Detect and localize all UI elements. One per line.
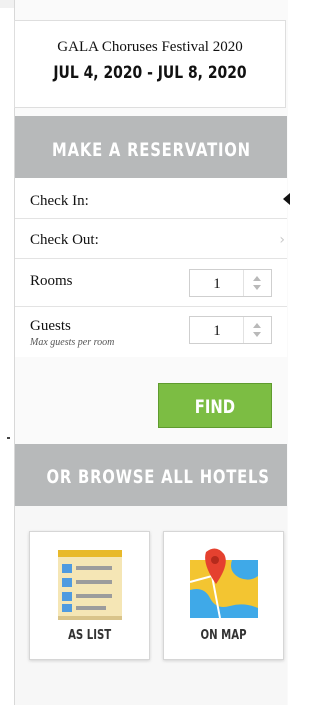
map-pin-icon (189, 548, 258, 619)
edge-tick (7, 437, 10, 439)
guests-label: Guests (30, 318, 71, 334)
browse-header: OR BROWSE ALL HOTELS (15, 444, 287, 506)
event-name: GALA Choruses Festival 2020 (57, 39, 243, 55)
guests-row: Guests Max guests per room 1 (15, 307, 287, 357)
increment-icon[interactable] (253, 276, 261, 281)
as-list-label-text: AS LIST (67, 628, 112, 643)
guests-stepper[interactable]: 1 (189, 316, 272, 344)
on-map-label: ON MAP (164, 628, 283, 643)
decrement-icon[interactable] (253, 285, 261, 290)
check-in-field[interactable]: Check In: (15, 178, 287, 219)
browse-header-text: OR BROWSE ALL HOTELS (46, 466, 270, 488)
find-button[interactable]: FIND (158, 383, 272, 428)
guests-sublabel: Max guests per room (30, 337, 115, 348)
reservation-header: MAKE A RESERVATION (15, 116, 287, 178)
as-list-label: AS LIST (30, 628, 149, 643)
browse-on-map-button[interactable]: ON MAP (163, 531, 284, 660)
rooms-row: Rooms 1 (15, 259, 287, 307)
event-info: GALA Choruses Festival 2020 JUL 4, 2020 … (14, 20, 286, 108)
rooms-value[interactable]: 1 (190, 270, 244, 296)
browse-as-list-button[interactable]: AS LIST (29, 531, 150, 660)
guests-stepper-arrows[interactable] (243, 317, 271, 343)
reservation-form: Check In: Check Out: › Rooms 1 Guests Ma… (15, 178, 287, 357)
reservation-header-text: MAKE A RESERVATION (51, 139, 251, 161)
chevron-right-icon: › (279, 232, 285, 248)
increment-icon[interactable] (253, 323, 261, 328)
guests-value[interactable]: 1 (190, 317, 244, 343)
pointer-caret-icon (283, 193, 290, 205)
check-out-label: Check Out: (30, 232, 99, 248)
find-button-label: FIND (194, 396, 236, 418)
decrement-icon[interactable] (253, 332, 261, 337)
rooms-stepper-arrows[interactable] (243, 270, 271, 296)
rooms-label: Rooms (30, 273, 73, 289)
event-dates: JUL 4, 2020 - JUL 8, 2020 (53, 63, 247, 83)
check-out-field[interactable]: Check Out: › (15, 219, 287, 259)
check-in-label: Check In: (30, 193, 89, 209)
on-map-label-text: ON MAP (200, 628, 247, 643)
list-document-icon (58, 550, 122, 620)
rooms-stepper[interactable]: 1 (189, 269, 272, 297)
